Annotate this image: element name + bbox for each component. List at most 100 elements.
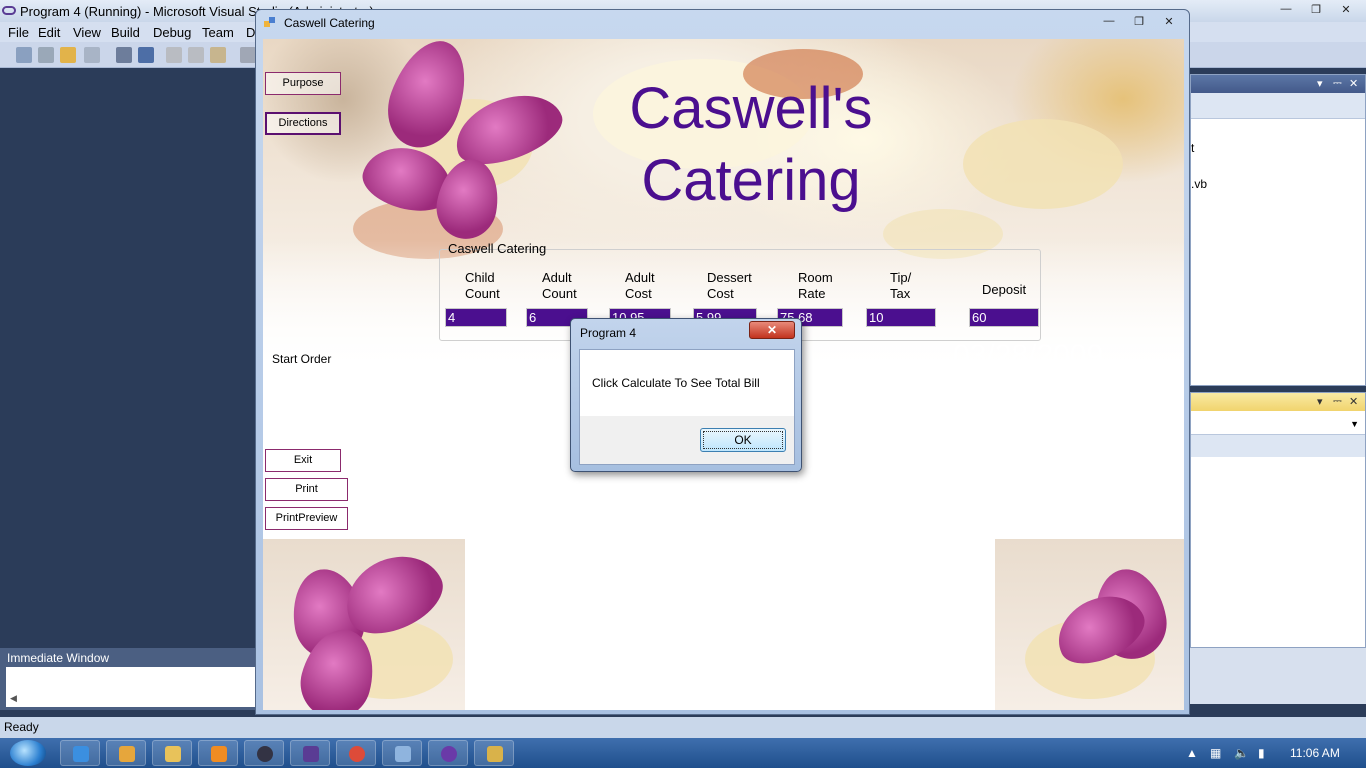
taskbar-program4[interactable] xyxy=(474,740,514,766)
taskbar-explorer[interactable] xyxy=(152,740,192,766)
child-count-input[interactable]: 4 xyxy=(445,308,507,327)
adult-cost-label: Adult Cost xyxy=(625,270,655,301)
comment-icon[interactable] xyxy=(240,47,256,63)
copy-icon[interactable] xyxy=(188,47,204,63)
dessert-cost-label: Dessert Cost xyxy=(707,270,752,301)
taskbar-ie[interactable] xyxy=(60,740,100,766)
vs-editor-background xyxy=(0,68,256,648)
save-icon[interactable] xyxy=(116,47,132,63)
food-photo-bottom-right xyxy=(995,539,1184,710)
taskbar-chrome[interactable] xyxy=(336,740,376,766)
panel-toolbar xyxy=(1191,93,1365,119)
vs-minimize-button[interactable]: — xyxy=(1272,0,1300,18)
room-rate-label: Room Rate xyxy=(798,270,833,301)
print-preview-button[interactable]: PrintPreview xyxy=(265,507,348,530)
dialog-footer: OK xyxy=(580,416,794,464)
panel-header: ▾ ⎓ ✕ xyxy=(1191,75,1365,93)
adult-count-label: Adult Count xyxy=(542,270,577,301)
taskbar-app-9[interactable] xyxy=(428,740,468,766)
taskbar-paint[interactable] xyxy=(382,740,422,766)
purpose-button[interactable]: Purpose xyxy=(265,72,341,95)
print-button[interactable]: Print xyxy=(265,478,348,501)
app-window-title: Caswell Catering xyxy=(284,16,375,30)
taskbar-vs[interactable] xyxy=(290,740,330,766)
vs-status-bar: Ready xyxy=(0,717,1366,738)
title-line-2: Catering xyxy=(641,148,861,213)
app-icon xyxy=(441,746,457,762)
device-icon[interactable]: ▦ xyxy=(1210,746,1221,760)
dialog-message: Click Calculate To See Total Bill xyxy=(592,376,760,390)
pin-icon[interactable]: ⎓ xyxy=(1333,395,1342,408)
menu-file[interactable]: File xyxy=(8,25,29,40)
solution-explorer-panel: ▾ ⎓ ✕ t .vb xyxy=(1190,74,1366,386)
close-icon[interactable]: ✕ xyxy=(1349,77,1358,90)
message-dialog: Program 4 ✕ Click Calculate To See Total… xyxy=(570,318,802,472)
start-order-label: Start Order xyxy=(272,352,332,366)
menu-team[interactable]: Team xyxy=(202,25,234,40)
dropdown-icon[interactable]: ▾ xyxy=(1317,77,1323,90)
scroll-left-icon[interactable]: ◀ xyxy=(10,693,17,704)
menu-data[interactable]: D xyxy=(246,25,255,40)
app-icon xyxy=(119,746,135,762)
tree-item-text: t xyxy=(1191,141,1195,155)
dialog-close-button[interactable]: ✕ xyxy=(749,321,795,339)
menu-debug[interactable]: Debug xyxy=(153,25,191,40)
menu-view[interactable]: View xyxy=(73,25,101,40)
dropdown-icon[interactable]: ▾ xyxy=(1317,395,1323,408)
show-hidden-icons-icon[interactable]: ▲ xyxy=(1186,746,1198,760)
app-close-button[interactable]: ✕ xyxy=(1155,12,1183,30)
close-icon[interactable]: ✕ xyxy=(1349,395,1358,408)
cut-icon[interactable] xyxy=(166,47,182,63)
tip-tax-input[interactable]: 10 xyxy=(866,308,936,327)
layout-icon[interactable] xyxy=(84,47,100,63)
status-text: Ready xyxy=(4,720,39,734)
vs-right-bottom-area xyxy=(1190,648,1366,704)
start-button[interactable] xyxy=(10,740,46,766)
vs-maximize-button[interactable]: ❐ xyxy=(1302,0,1330,18)
chevron-down-icon: ▼ xyxy=(1350,419,1359,429)
add-item-icon[interactable] xyxy=(38,47,54,63)
vs-close-button[interactable]: ✕ xyxy=(1332,0,1360,18)
program-icon xyxy=(487,746,503,762)
menu-edit[interactable]: Edit xyxy=(38,25,60,40)
panel-header: ▾ ⎓ ✕ xyxy=(1191,393,1365,411)
tip-tax-label: Tip/Tax xyxy=(890,270,912,301)
app-maximize-button[interactable]: ❐ xyxy=(1125,12,1153,30)
app-minimize-button[interactable]: — xyxy=(1095,12,1123,30)
pasta xyxy=(963,119,1123,209)
ok-button[interactable]: OK xyxy=(700,428,786,452)
taskbar-clock[interactable]: 11:06 AM xyxy=(1290,746,1340,760)
dialog-title: Program 4 xyxy=(580,326,637,340)
media-player-icon xyxy=(211,746,227,762)
immediate-window: Immediate Window ◀ xyxy=(0,648,256,710)
visual-studio-logo-icon xyxy=(2,6,16,15)
taskbar-app-2[interactable] xyxy=(106,740,146,766)
deposit-label: Deposit xyxy=(982,282,1027,297)
open-folder-icon[interactable] xyxy=(60,47,76,63)
network-signal-icon[interactable]: ▮ xyxy=(1258,746,1265,760)
dialog-body: Click Calculate To See Total Bill OK xyxy=(579,349,795,465)
groupbox-title: Caswell Catering xyxy=(448,241,547,256)
food-photo-bottom-left xyxy=(263,539,465,710)
volume-icon[interactable]: 🔈 xyxy=(1234,746,1249,760)
hp-icon xyxy=(257,746,273,762)
taskbar-hp[interactable] xyxy=(244,740,284,766)
visual-studio-icon xyxy=(303,746,319,762)
object-selector[interactable]: ▼ xyxy=(1191,411,1365,435)
exit-button[interactable]: Exit xyxy=(265,449,341,472)
deposit-input[interactable]: 60 xyxy=(969,308,1039,327)
menu-build[interactable]: Build xyxy=(111,25,140,40)
folder-icon xyxy=(165,746,181,762)
photo-date-stamp: 03/28/2009 xyxy=(953,339,1104,372)
pin-icon[interactable]: ⎓ xyxy=(1333,77,1342,90)
child-count-label: Child Count xyxy=(465,270,500,301)
paste-icon[interactable] xyxy=(210,47,226,63)
title-line-1: Caswell's xyxy=(629,76,873,141)
taskbar-media[interactable] xyxy=(198,740,238,766)
save-all-icon[interactable] xyxy=(138,47,154,63)
tree-item-file[interactable]: .vb xyxy=(1191,177,1207,191)
directions-button[interactable]: Directions xyxy=(265,112,341,135)
new-project-icon[interactable] xyxy=(16,47,32,63)
immediate-window-input[interactable]: ◀ xyxy=(6,667,256,707)
internet-explorer-icon xyxy=(73,746,89,762)
